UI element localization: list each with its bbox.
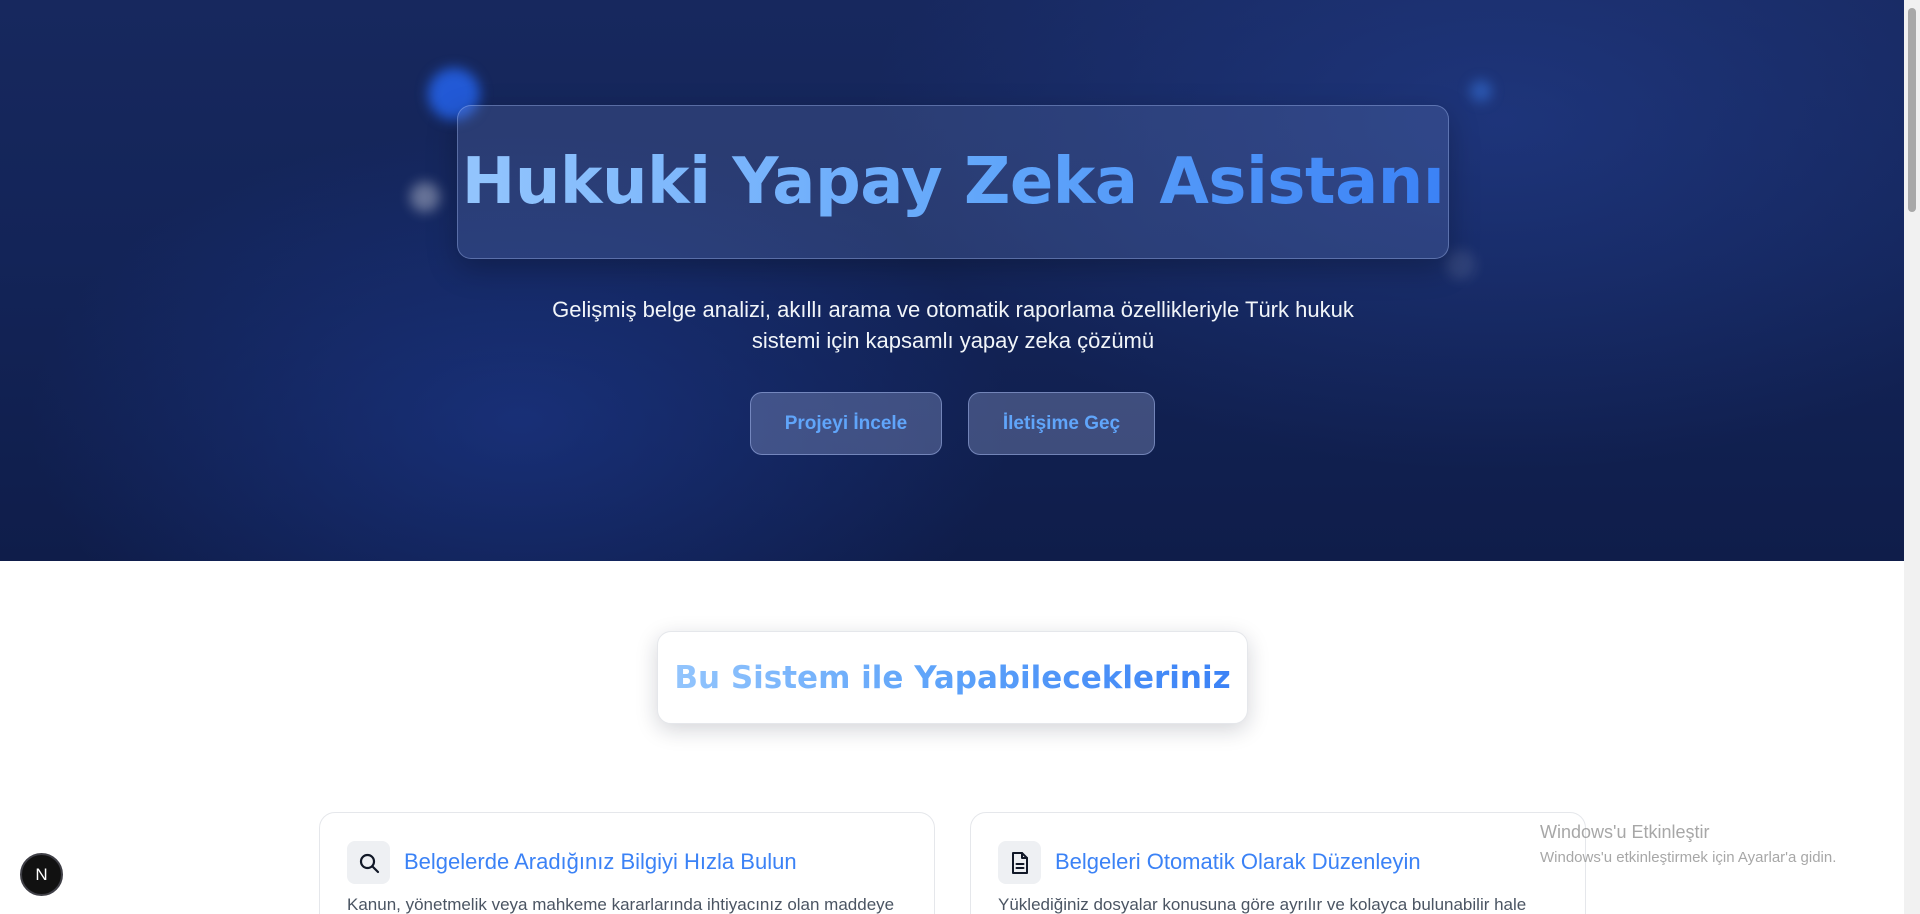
hero-section: Hukuki Yapay Zeka Asistanı Gelişmiş belg… (0, 0, 1904, 561)
contact-button[interactable]: İletişime Geç (968, 392, 1155, 455)
document-icon (998, 841, 1041, 884)
hero-title: Hukuki Yapay Zeka Asistanı (461, 145, 1445, 219)
floating-button-label: N (35, 864, 48, 884)
feature-card-title: Belgelerde Aradığınız Bilgiyi Hızla Bulu… (404, 849, 797, 874)
decorative-orb (1446, 250, 1476, 280)
features-heading-box: Bu Sistem ile Yapabilecekleriniz (657, 631, 1248, 724)
page: Hukuki Yapay Zeka Asistanı Gelişmiş belg… (0, 0, 1920, 914)
feature-card-description: Yüklediğiniz dosyalar konusuna göre ayrı… (998, 895, 1527, 914)
features-title: Bu Sistem ile Yapabilecekleriniz (674, 659, 1231, 696)
hero-title-box: Hukuki Yapay Zeka Asistanı (457, 105, 1449, 259)
floating-action-button[interactable]: N (20, 853, 63, 896)
feature-card-description: Kanun, yönetmelik veya mahkeme kararları… (347, 895, 895, 914)
feature-card-organize: Belgeleri Otomatik Olarak Düzenleyin Yük… (970, 812, 1586, 914)
scrollbar-thumb[interactable] (1908, 8, 1916, 212)
feature-card-search: Belgelerde Aradığınız Bilgiyi Hızla Bulu… (319, 812, 935, 914)
page-scrollbar[interactable] (1904, 0, 1920, 914)
decorative-orb (410, 182, 440, 212)
search-icon (347, 841, 390, 884)
hero-subtitle: Gelişmiş belge analizi, akıllı arama ve … (552, 297, 1354, 353)
windows-activation-watermark: Windows'u Etkinleştir Windows'u etkinleş… (1540, 822, 1836, 866)
watermark-subtitle: Windows'u etkinleştirmek için Ayarlar'a … (1540, 849, 1837, 866)
watermark-title: Windows'u Etkinleştir (1540, 822, 1710, 842)
explore-project-button[interactable]: Projeyi İncele (750, 392, 942, 455)
decorative-orb (1470, 80, 1492, 102)
feature-card-title: Belgeleri Otomatik Olarak Düzenleyin (1055, 849, 1421, 874)
